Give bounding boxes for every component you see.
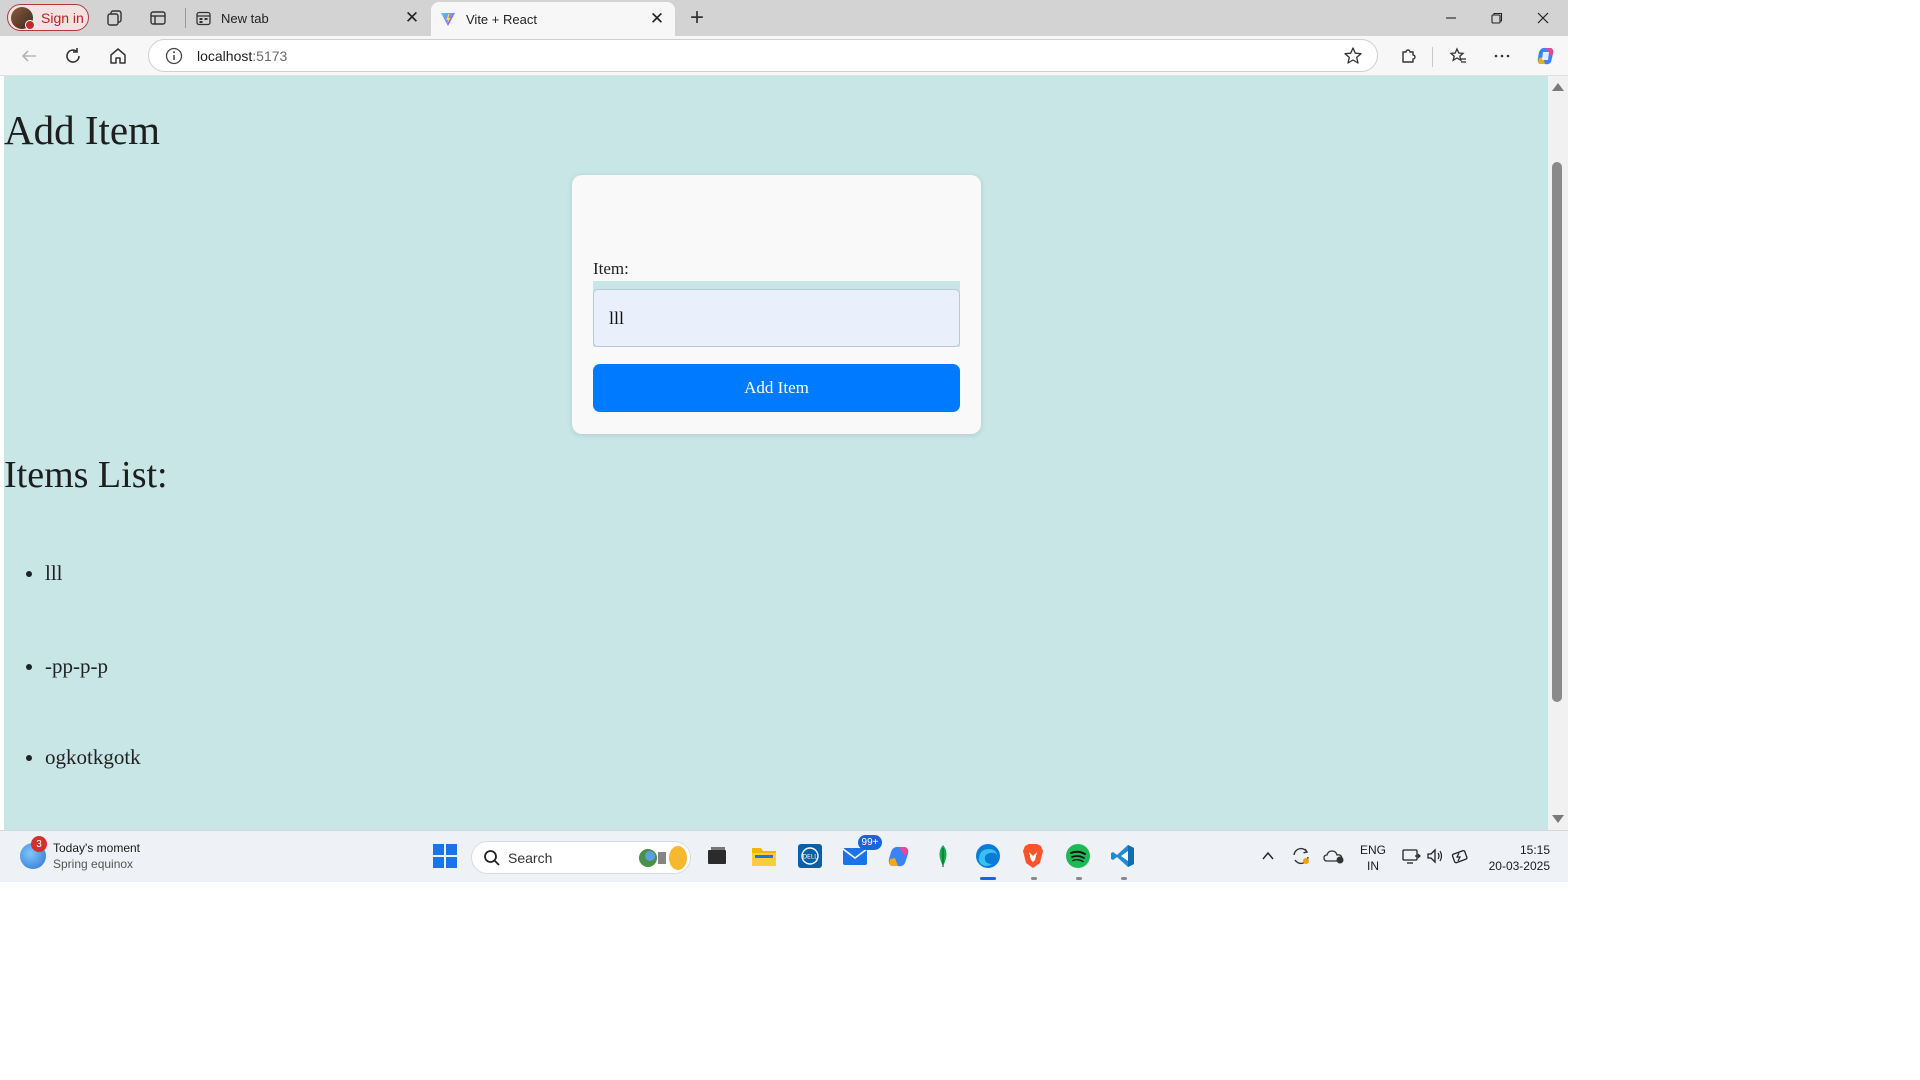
minimize-icon[interactable] [1428,0,1474,36]
tab-title: Vite + React [466,11,537,27]
page-title: Add Item [4,107,160,153]
signin-label: Sign in [41,9,84,26]
scroll-down-arrow-icon[interactable] [1552,815,1564,823]
network-icon[interactable] [1400,845,1422,867]
mail-badge: 99+ [858,835,882,850]
mongodb-compass-icon[interactable] [928,841,958,871]
restore-icon[interactable] [1474,0,1520,36]
page-viewport: Add Item Item: lll Add Item Items List: … [4,76,1548,830]
add-item-button[interactable]: Add Item [593,364,960,412]
widgets-icon: 3 [20,836,47,869]
item-input[interactable]: lll [593,289,960,347]
close-window-icon[interactable] [1520,0,1566,36]
vscode-icon[interactable] [1108,841,1138,871]
copilot-taskbar-icon[interactable] [884,841,914,871]
items-list-title: Items List: [4,454,168,496]
workspaces-icon[interactable] [104,7,126,29]
tab-actions-icon[interactable] [147,7,169,29]
widget-subtitle: Spring equinox [53,857,134,871]
onedrive-icon[interactable] [1323,845,1345,867]
site-info-icon[interactable] [165,47,183,65]
url-text: localhost:5173 [197,48,288,64]
newtab-icon [195,10,211,26]
show-hidden-icons-icon[interactable] [1257,845,1279,867]
sync-icon[interactable] [1290,845,1312,867]
svg-text:DELL: DELL [802,854,818,861]
tab-close-icon[interactable]: ✕ [645,7,669,31]
favorites-icon[interactable] [1443,42,1473,70]
battery-icon[interactable] [1449,845,1471,867]
favorite-star-icon[interactable] [1343,46,1363,66]
home-button[interactable] [103,42,133,70]
extensions-icon[interactable] [1393,42,1423,70]
search-highlight-icon [639,846,687,870]
tab-title: New tab [221,10,269,26]
scroll-up-arrow-icon[interactable] [1552,83,1564,91]
file-explorer-icon[interactable] [749,841,779,871]
vite-icon [440,11,456,27]
list-item: -pp-p-p [26,654,108,678]
profile-avatar-icon [11,6,35,30]
toolbar-separator [1432,47,1433,67]
windows-taskbar: 3 Today's moment Spring equinox Search D… [0,830,1568,882]
item-field-label: Item: [593,259,629,278]
refresh-button[interactable] [58,42,88,70]
mail-icon[interactable]: 99+ [840,835,882,871]
start-button-icon[interactable] [430,841,460,871]
page-scrollbar[interactable] [1548,76,1568,830]
language-region: IN [1367,859,1379,873]
search-label: Search [508,850,553,866]
language-code: ENG [1360,843,1387,857]
list-item: lll [26,561,63,585]
widgets-button[interactable]: 3 Today's moment Spring equinox [20,836,140,872]
edge-browser-icon[interactable] [973,841,1003,871]
browser-toolbar: localhost:5173 [0,36,1568,76]
taskbar-clock[interactable]: 15:15 20-03-2025 [1484,842,1550,874]
input-language-indicator[interactable]: ENG IN [1360,842,1386,874]
item-input-wrapper: lll [593,281,960,347]
notification-badge: 3 [31,836,47,852]
running-indicator [1031,877,1037,880]
tab-new-tab[interactable]: New tab ✕ [186,0,430,36]
taskbar-search-box[interactable]: Search [471,841,691,874]
spotify-icon[interactable] [1063,841,1093,871]
running-indicator [1121,877,1127,880]
list-item: ogkotkgotk [26,745,141,769]
tab-close-icon[interactable]: ✕ [400,6,424,30]
more-options-icon[interactable] [1487,42,1517,70]
task-view-icon[interactable] [702,841,732,871]
new-tab-button[interactable]: + [684,4,710,31]
add-item-form-card: Item: lll Add Item [572,175,981,434]
browser-tabstrip: Sign in New tab ✕ Vite + React ✕ + [0,0,1568,36]
volume-icon[interactable] [1424,845,1446,867]
profile-signin-button[interactable]: Sign in [7,4,89,31]
clock-time: 15:15 [1519,843,1550,857]
clock-date: 20-03-2025 [1488,859,1550,873]
address-bar[interactable]: localhost:5173 [148,39,1378,72]
running-indicator [1076,877,1082,880]
active-app-indicator [980,877,996,880]
widget-title: Today's moment [53,841,140,855]
scrollbar-thumb[interactable] [1552,162,1562,702]
copilot-icon[interactable] [1531,42,1561,70]
brave-browser-icon[interactable] [1018,841,1048,871]
search-icon [484,850,500,866]
tab-vite-react[interactable]: Vite + React ✕ [431,2,675,36]
dell-app-icon[interactable]: DELL [795,841,825,871]
back-button[interactable] [14,42,44,70]
